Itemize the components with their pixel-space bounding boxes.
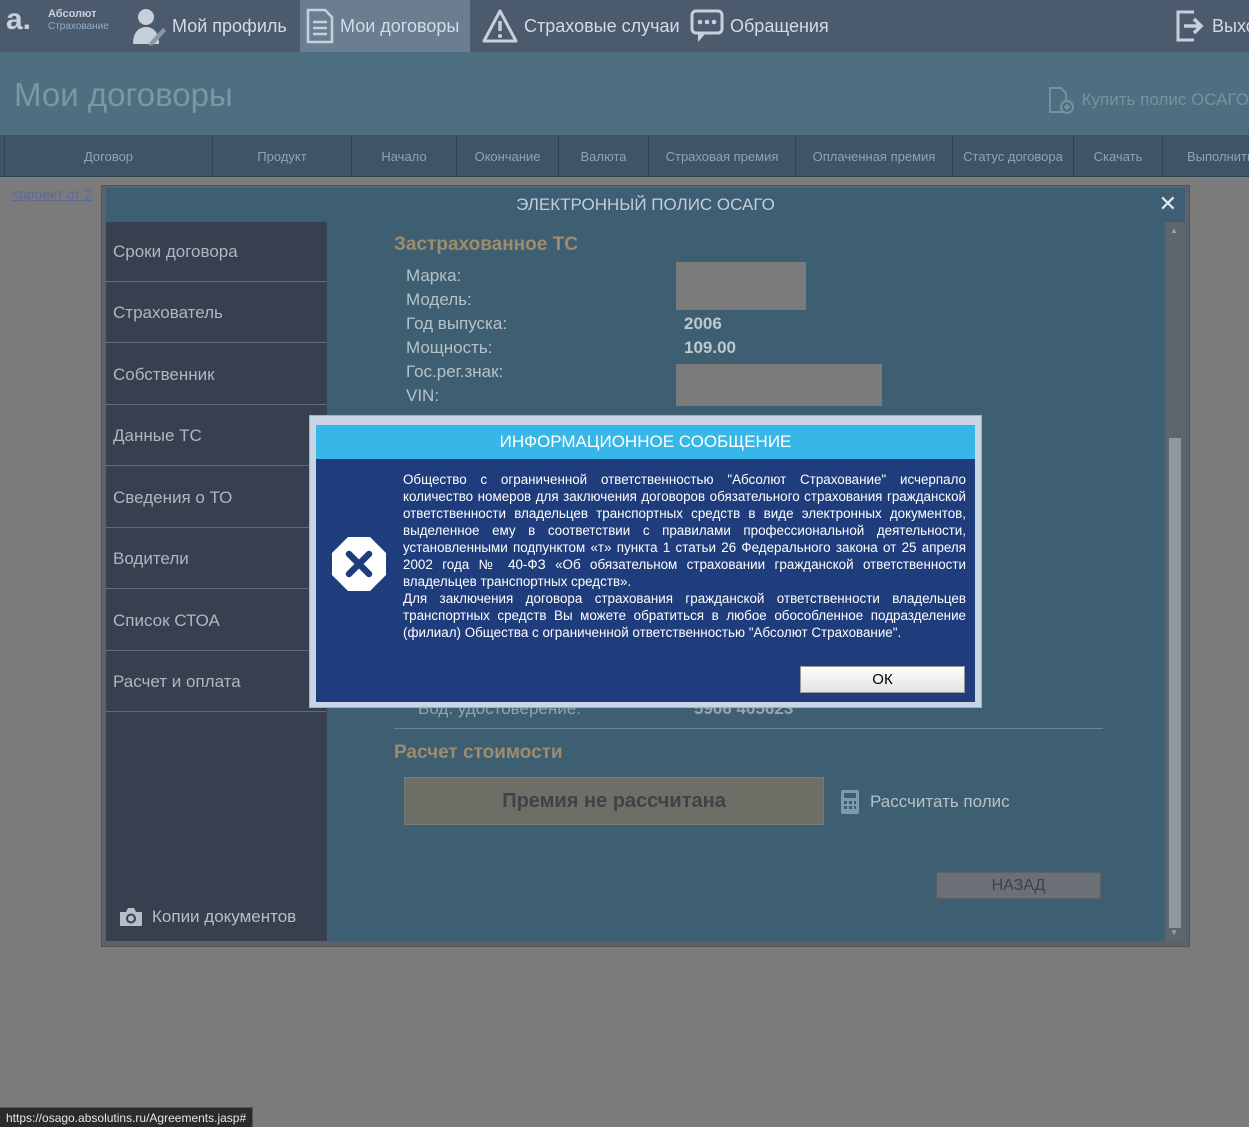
contracts-table-header: Договор Продукт Начало Окончание Валюта … [0,135,1249,177]
sidebar-item-label: Данные ТС [113,425,202,445]
info-dialog-message: Общество с ограниченной ответственностью… [403,472,966,640]
logo-mark: a. [6,3,32,36]
document-add-icon [1048,87,1074,114]
calculate-policy-label: Рассчитать полис [870,792,1010,811]
nav-insurance-cases[interactable]: Страховые случаи [482,0,680,52]
sidebar-item-label: Водители [113,548,189,568]
sidebar-item-label: Расчет и оплата [113,671,241,691]
calculate-policy-link[interactable]: Рассчитать полис [840,789,1010,815]
sidebar-item-vehicle-data[interactable]: Данные ТС [106,406,326,466]
scrollbar[interactable]: ▲ ▼ [1165,222,1185,941]
sidebar-item-label: Список СТОА [113,610,220,630]
scroll-up-icon[interactable]: ▲ [1170,226,1178,235]
nav-appeals[interactable]: Обращения [690,0,829,52]
info-dialog-body: Общество с ограниченной ответственностью… [316,459,975,702]
scroll-down-icon[interactable]: ▼ [1170,928,1178,937]
redacted-plate-vin [676,364,882,406]
logo-subtext: Страхование [48,21,109,32]
warning-icon [482,9,518,43]
calc-section-title: Расчет стоимости [394,742,563,763]
nav-exit[interactable]: Выход [1174,0,1249,52]
sidebar-item-label: Собственник [113,364,215,384]
sidebar-item-service-stations[interactable]: Список СТОА [106,591,326,651]
column-header[interactable]: Начало [351,135,456,177]
model-label: Модель: [406,290,472,309]
policy-modal-title: ЭЛЕКТРОННЫЙ ПОЛИС ОСАГО [516,195,775,214]
premium-display: Премия не рассчитана [404,777,824,825]
info-dialog-header: ИНФОРМАЦИОННОЕ СООБЩЕНИЕ [316,425,975,459]
sidebar-item-contract-terms[interactable]: Сроки договора [106,222,326,282]
browser-status-url: https://osago.absolutins.ru/Agreements.j… [0,1107,254,1127]
close-icon[interactable]: ✕ [1159,191,1177,217]
column-header[interactable]: Продукт [212,135,351,177]
sidebar-item-policyholder[interactable]: Страхователь [106,283,326,343]
column-header[interactable]: Валюта [558,135,648,177]
column-header[interactable]: Договор [4,135,212,177]
section-divider [394,728,1103,729]
error-x-icon [332,537,386,591]
document-copies-label: Копии документов [152,907,297,926]
chat-icon [690,9,724,42]
page-header: Мои договоры Купить полис ОСАГО [0,52,1249,135]
power-value: 109.00 [684,338,736,357]
sidebar-item-drivers[interactable]: Водители [106,529,326,589]
nav-my-contracts[interactable]: Мои договоры [300,0,470,52]
nav-insurance-cases-label: Страховые случаи [524,15,680,36]
logo-text: Абсолют [48,8,97,20]
power-label: Мощность: [406,338,493,357]
vehicle-section-title: Застрахованное ТС [394,234,578,255]
absolut-logo[interactable]: a. Абсолют Страхование [6,5,126,45]
nav-exit-label: Выход [1212,15,1249,36]
project-link[interactable]: <проект от 2 [11,186,92,202]
column-header[interactable]: Статус договора [952,135,1073,177]
policy-sidebar: Сроки договора Страхователь Собственник … [106,222,327,941]
vin-label: VIN: [406,386,440,405]
calculator-icon [841,790,859,814]
column-header[interactable]: Окончание [456,135,558,177]
back-button[interactable]: НАЗАД [936,872,1101,899]
camera-icon [120,908,142,926]
nav-my-profile[interactable]: Мой профиль [130,0,297,52]
sidebar-item-payment[interactable]: Расчет и оплата [106,652,326,712]
nav-appeals-label: Обращения [730,15,829,36]
buy-osago-link[interactable]: Купить полис ОСАГО [1048,86,1249,114]
year-value: 2006 [684,314,722,333]
column-header[interactable]: Страховая премия [648,135,795,177]
document-copies-link[interactable]: Копии документов [118,906,296,928]
user-edit-icon [133,9,166,46]
redacted-brand-model [676,262,806,310]
nav-my-profile-label: Мой профиль [172,15,287,36]
plate-label: Гос.рег.знак: [406,362,504,381]
column-header[interactable]: Оплаченная премия [795,135,952,177]
buy-osago-label: Купить полис ОСАГО [1081,90,1249,109]
ok-button[interactable]: ОК [800,666,965,693]
info-dialog-title: ИНФОРМАЦИОННОЕ СООБЩЕНИЕ [499,432,792,451]
top-navigation: a. Абсолют Страхование Мой профиль Мои д… [0,0,1249,52]
sidebar-item-inspection[interactable]: Сведения о ТО [106,468,326,528]
logout-icon [1176,10,1204,42]
page-title: Мои договоры [14,76,233,113]
column-header[interactable]: Выполнить [1162,135,1249,177]
column-header[interactable]: Скачать [1073,135,1162,177]
nav-my-contracts-label: Мои договоры [340,15,460,36]
document-icon [306,8,334,44]
sidebar-item-label: Сведения о ТО [113,487,233,507]
sidebar-item-label: Сроки договора [113,241,238,261]
year-label: Год выпуска: [406,314,508,333]
brand-label: Марка: [406,266,462,285]
policy-modal-title-bar: ЭЛЕКТРОННЫЙ ПОЛИС ОСАГО ✕ [106,188,1185,222]
sidebar-item-owner[interactable]: Собственник [106,345,326,405]
scroll-thumb[interactable] [1169,438,1181,928]
sidebar-item-label: Страхователь [113,302,223,322]
